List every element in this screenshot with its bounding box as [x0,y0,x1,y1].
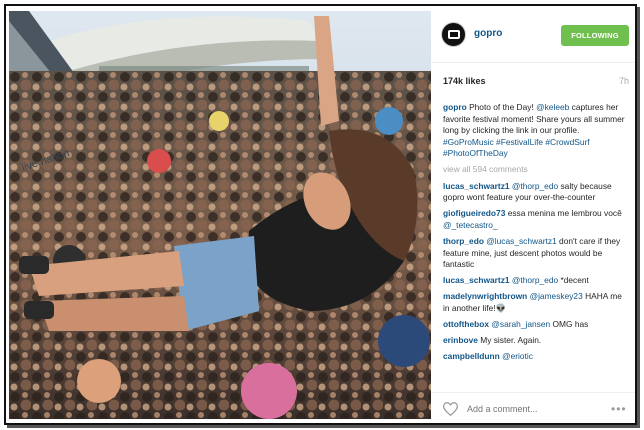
post-header: gopro FOLLOWING [431,6,635,63]
post-age: 7h [618,76,629,86]
comment-mention[interactable]: @thorp_edo [512,181,558,191]
camera-glyph [448,30,460,39]
gopro-camera-icon[interactable] [441,22,466,47]
comment-item: ottofthebox @sarah_jansen OMG has [443,319,627,331]
caption-text-1: Photo of the Day! [469,102,534,112]
caption-username[interactable]: gopro [443,102,467,112]
post-footer: ••• [431,392,635,423]
following-button[interactable]: FOLLOWING [561,25,629,46]
comment-item: thorp_edo @lucas_schwartz1 don't care if… [443,236,627,271]
comment-text: essa menina me lembrou você [507,208,622,219]
caption: gopro Photo of the Day! @keleeb captures… [443,102,627,160]
comment-username[interactable]: giofigueiredo73 [443,208,505,218]
comment-username[interactable]: campbelldunn [443,351,500,361]
comment-item: lucas_schwartz1 @thorp_edo *decent [443,275,627,287]
comment-username[interactable]: erinbove [443,335,478,345]
add-comment-input[interactable] [467,404,597,414]
comment-item: erinbove My sister. Again. [443,335,627,347]
instagram-post-window: live nation gopro FOLLOWING 174k likes 7… [4,4,637,425]
post-side-panel: gopro FOLLOWING 174k likes 7h gopro Phot… [431,6,635,423]
comment-username[interactable]: madelynwrightbrown [443,291,527,301]
comment-mention[interactable]: @sarah_jansen [491,319,550,329]
heart-outline-icon[interactable] [443,402,458,416]
comment-mention[interactable]: @lucas_schwartz1 [486,236,556,246]
post-username[interactable]: gopro [474,28,502,39]
comment-username[interactable]: lucas_schwartz1 [443,275,510,285]
view-all-comments-link[interactable]: view all 594 comments [443,164,627,176]
comments-list: gopro Photo of the Day! @keleeb captures… [443,102,627,392]
comment-text: My sister. Again. [480,335,542,346]
comment-mention[interactable]: @eriotic [502,351,533,361]
caption-mention[interactable]: @keleeb [536,102,569,112]
comment-username[interactable]: thorp_edo [443,236,484,246]
comment-item: giofigueiredo73 essa menina me lembrou v… [443,208,627,231]
caption-hashtags[interactable]: #GoProMusic #FestivalLife #CrowdSurf #Ph… [443,137,590,159]
comment-mention[interactable]: @thorp_edo [512,275,558,285]
comment-text: OMG has [552,319,589,329]
more-options-icon[interactable]: ••• [611,402,627,416]
post-stats: 174k likes 7h [443,76,629,92]
likes-count[interactable]: 174k likes [443,76,486,86]
comment-mention[interactable]: @jameskey23 [530,291,583,301]
comment-username[interactable]: ottofthebox [443,319,489,329]
crowd-surfing-photo-illustration: live nation [9,11,431,419]
comment-text: *decent [560,275,589,286]
comment-item: lucas_schwartz1 @thorp_edo salty because… [443,181,627,204]
comment-item: madelynwrightbrown @jameskey23 HAHA me i… [443,291,627,314]
post-photo[interactable]: live nation [9,11,431,419]
comment-username[interactable]: lucas_schwartz1 [443,181,510,191]
comment-mention[interactable]: @_tetecastro_ [443,220,498,230]
comment-item: campbelldunn @eriotic [443,351,627,363]
